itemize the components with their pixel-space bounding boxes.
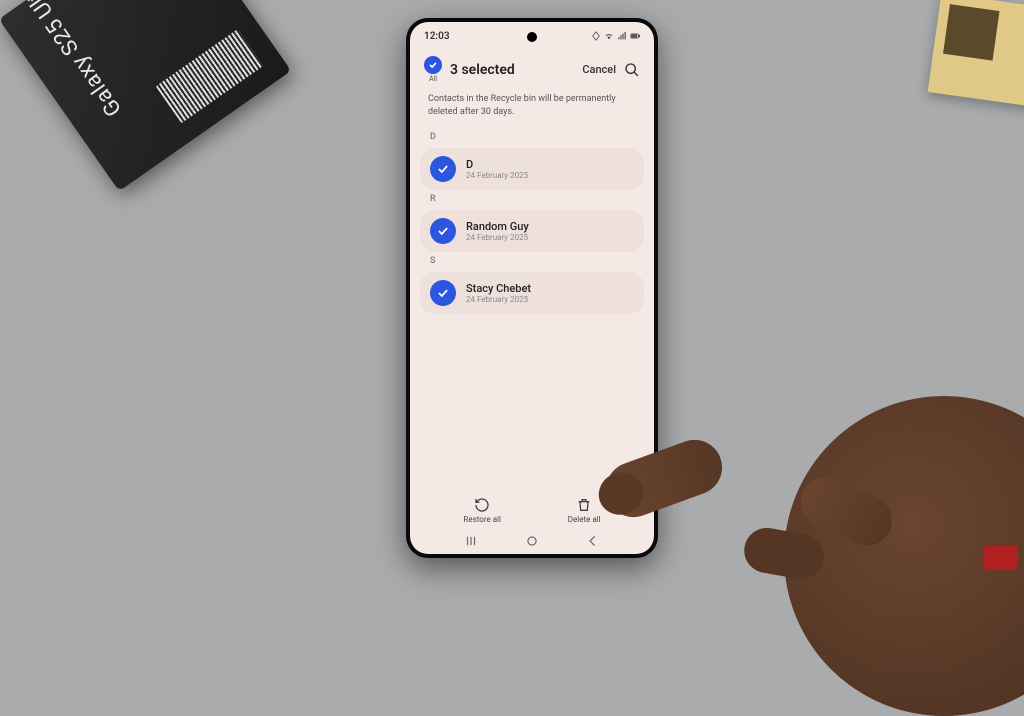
back-icon bbox=[586, 534, 600, 548]
recycle-notice: Contacts in the Recycle bin will be perm… bbox=[410, 93, 654, 130]
status-time: 12:03 bbox=[424, 31, 450, 42]
contact-row-d[interactable]: D 24 February 2025 bbox=[420, 148, 644, 190]
wood-block bbox=[928, 0, 1024, 107]
check-icon bbox=[430, 156, 456, 182]
watermark-box bbox=[984, 546, 1018, 570]
delete-all-button[interactable]: Delete all bbox=[568, 497, 601, 524]
contact-row-stacy-chebet[interactable]: Stacy Chebet 24 February 2025 bbox=[420, 272, 644, 314]
status-icons bbox=[591, 31, 640, 41]
product-box-label: Galaxy S25 Ultra bbox=[10, 0, 127, 121]
delete-label: Delete all bbox=[568, 515, 601, 524]
section-letter-s: S bbox=[410, 254, 654, 270]
section-letter-r: R bbox=[410, 192, 654, 208]
check-icon bbox=[430, 280, 456, 306]
recents-icon bbox=[464, 534, 478, 548]
back-button[interactable] bbox=[586, 534, 600, 548]
contact-name: D bbox=[466, 158, 528, 171]
selection-header: All 3 selected Cancel bbox=[410, 50, 654, 93]
phone-screen: 12:03 All 3 selected Cancel Contacts in … bbox=[410, 22, 654, 554]
restore-icon bbox=[474, 497, 490, 513]
check-icon bbox=[424, 56, 442, 74]
selection-count: 3 selected bbox=[450, 62, 574, 78]
search-button[interactable] bbox=[624, 62, 640, 78]
restore-all-button[interactable]: Restore all bbox=[463, 497, 501, 524]
wifi-icon bbox=[604, 31, 614, 41]
cancel-button[interactable]: Cancel bbox=[582, 63, 616, 76]
select-all-label: All bbox=[429, 75, 437, 83]
contact-date: 24 February 2025 bbox=[466, 171, 528, 180]
home-button[interactable] bbox=[525, 534, 539, 548]
restore-label: Restore all bbox=[463, 515, 501, 524]
search-icon bbox=[624, 62, 640, 78]
signal-icon bbox=[617, 31, 627, 41]
contact-name: Stacy Chebet bbox=[466, 282, 531, 295]
contact-date: 24 February 2025 bbox=[466, 295, 531, 304]
location-icon bbox=[591, 31, 601, 41]
product-box: Galaxy S25 Ultra bbox=[0, 0, 291, 191]
home-icon bbox=[525, 534, 539, 548]
hand-overlay bbox=[604, 296, 1024, 616]
select-all-button[interactable]: All bbox=[424, 56, 442, 83]
trash-icon bbox=[576, 497, 592, 513]
bottom-actions: Restore all Delete all bbox=[410, 489, 654, 528]
front-camera bbox=[527, 32, 537, 42]
phone-frame: 12:03 All 3 selected Cancel Contacts in … bbox=[406, 18, 658, 558]
battery-icon bbox=[630, 31, 640, 41]
contact-date: 24 February 2025 bbox=[466, 233, 529, 242]
contact-row-random-guy[interactable]: Random Guy 24 February 2025 bbox=[420, 210, 644, 252]
android-nav-bar bbox=[410, 528, 654, 554]
barcode bbox=[156, 29, 264, 123]
contact-name: Random Guy bbox=[466, 220, 529, 233]
recents-button[interactable] bbox=[464, 534, 478, 548]
section-letter-d: D bbox=[410, 130, 654, 146]
check-icon bbox=[430, 218, 456, 244]
